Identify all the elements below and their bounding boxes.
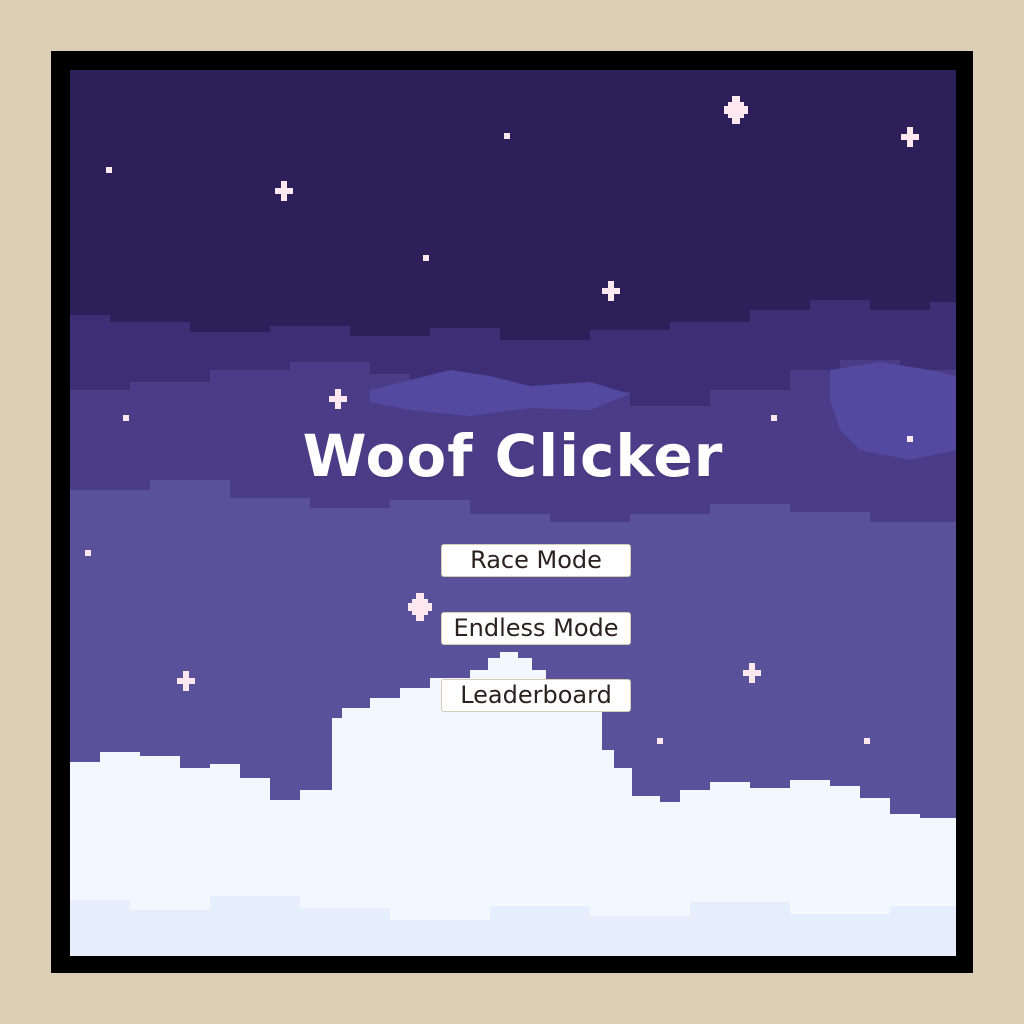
star-dot [123, 415, 129, 421]
night-sky-background [70, 70, 956, 956]
star-dot [423, 255, 429, 261]
star-dot [106, 167, 112, 173]
game-screen: Woof Clicker Race Mode Endless Mode Lead… [70, 70, 956, 956]
star-dot [771, 415, 777, 421]
endless-mode-button[interactable]: Endless Mode [441, 612, 631, 645]
star-dot [657, 738, 663, 744]
game-title: Woof Clicker [302, 422, 724, 490]
star-dot [85, 550, 91, 556]
star-dot [864, 738, 870, 744]
leaderboard-button[interactable]: Leaderboard [441, 679, 631, 712]
star-dot [504, 133, 510, 139]
race-mode-button[interactable]: Race Mode [441, 544, 631, 577]
